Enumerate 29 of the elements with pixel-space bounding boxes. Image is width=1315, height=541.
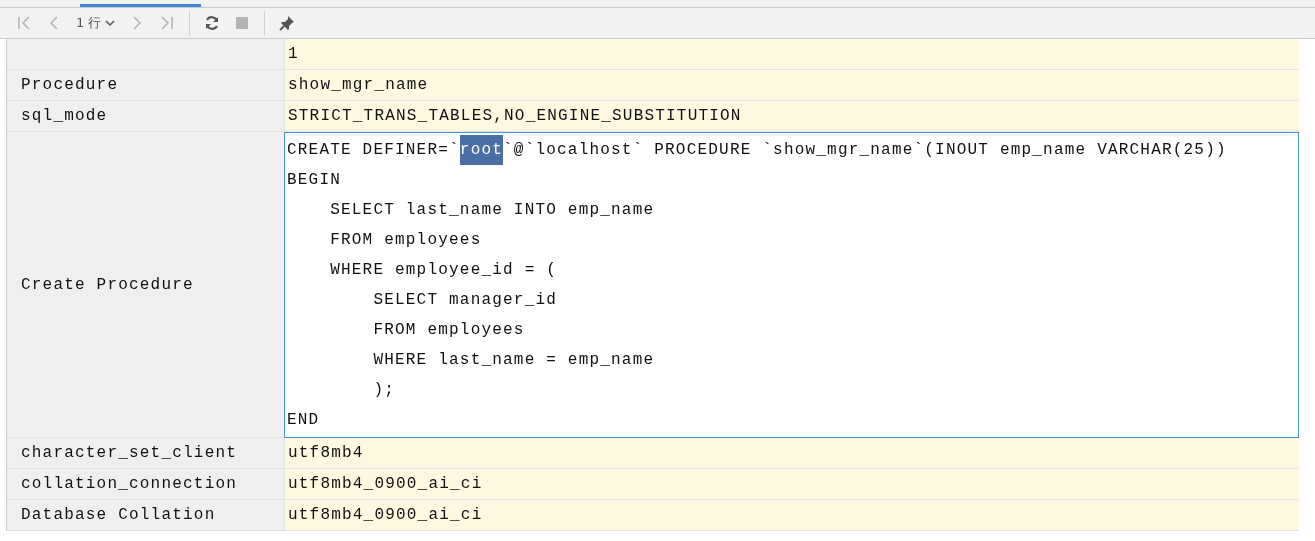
- code-text: );: [372, 380, 395, 401]
- first-icon: [15, 14, 33, 32]
- code-text: SELECT manager_id: [372, 290, 558, 311]
- value-cell: STRICT_TRANS_TABLES,NO_ENGINE_SUBSTITUTION: [284, 101, 1299, 132]
- pin-icon: [278, 14, 297, 32]
- row-label: character_set_client: [7, 438, 284, 469]
- code-text: WHERE last_name = emp_name: [372, 350, 655, 371]
- value-cell: utf8mb4_0900_ai_ci: [284, 469, 1299, 500]
- column-header: 1: [284, 39, 1299, 70]
- code-text: SELECT last_name INTO emp_name: [329, 200, 655, 221]
- row-label: Create Procedure: [7, 132, 284, 438]
- row-label: sql_mode: [7, 101, 284, 132]
- row-label: Procedure: [7, 70, 284, 101]
- code-text: FROM employees: [372, 320, 525, 341]
- code-text: END: [287, 410, 320, 431]
- code-text: `@`localhost` PROCEDURE `show_mgr_name`(INOUT emp_name VARCHAR(25)): [503, 140, 1227, 161]
- caret-icon: [105, 19, 116, 27]
- code-text: CREATE DEFINER=`: [287, 140, 460, 161]
- row-label: Database Collation: [7, 500, 284, 531]
- code-editor[interactable]: [284, 132, 1299, 438]
- selected-text: root: [459, 135, 504, 165]
- value-cell: show_mgr_name: [284, 70, 1299, 101]
- code-text: BEGIN: [287, 170, 341, 191]
- code-text: FROM employees: [329, 230, 482, 251]
- row-label: collation_connection: [7, 469, 284, 500]
- value-cell: utf8mb4: [284, 438, 1299, 469]
- rows-dropdown[interactable]: 1 行: [70, 10, 122, 36]
- value-cell: utf8mb4_0900_ai_ci: [284, 500, 1299, 531]
- code-text: WHERE employee_id = (: [329, 260, 558, 281]
